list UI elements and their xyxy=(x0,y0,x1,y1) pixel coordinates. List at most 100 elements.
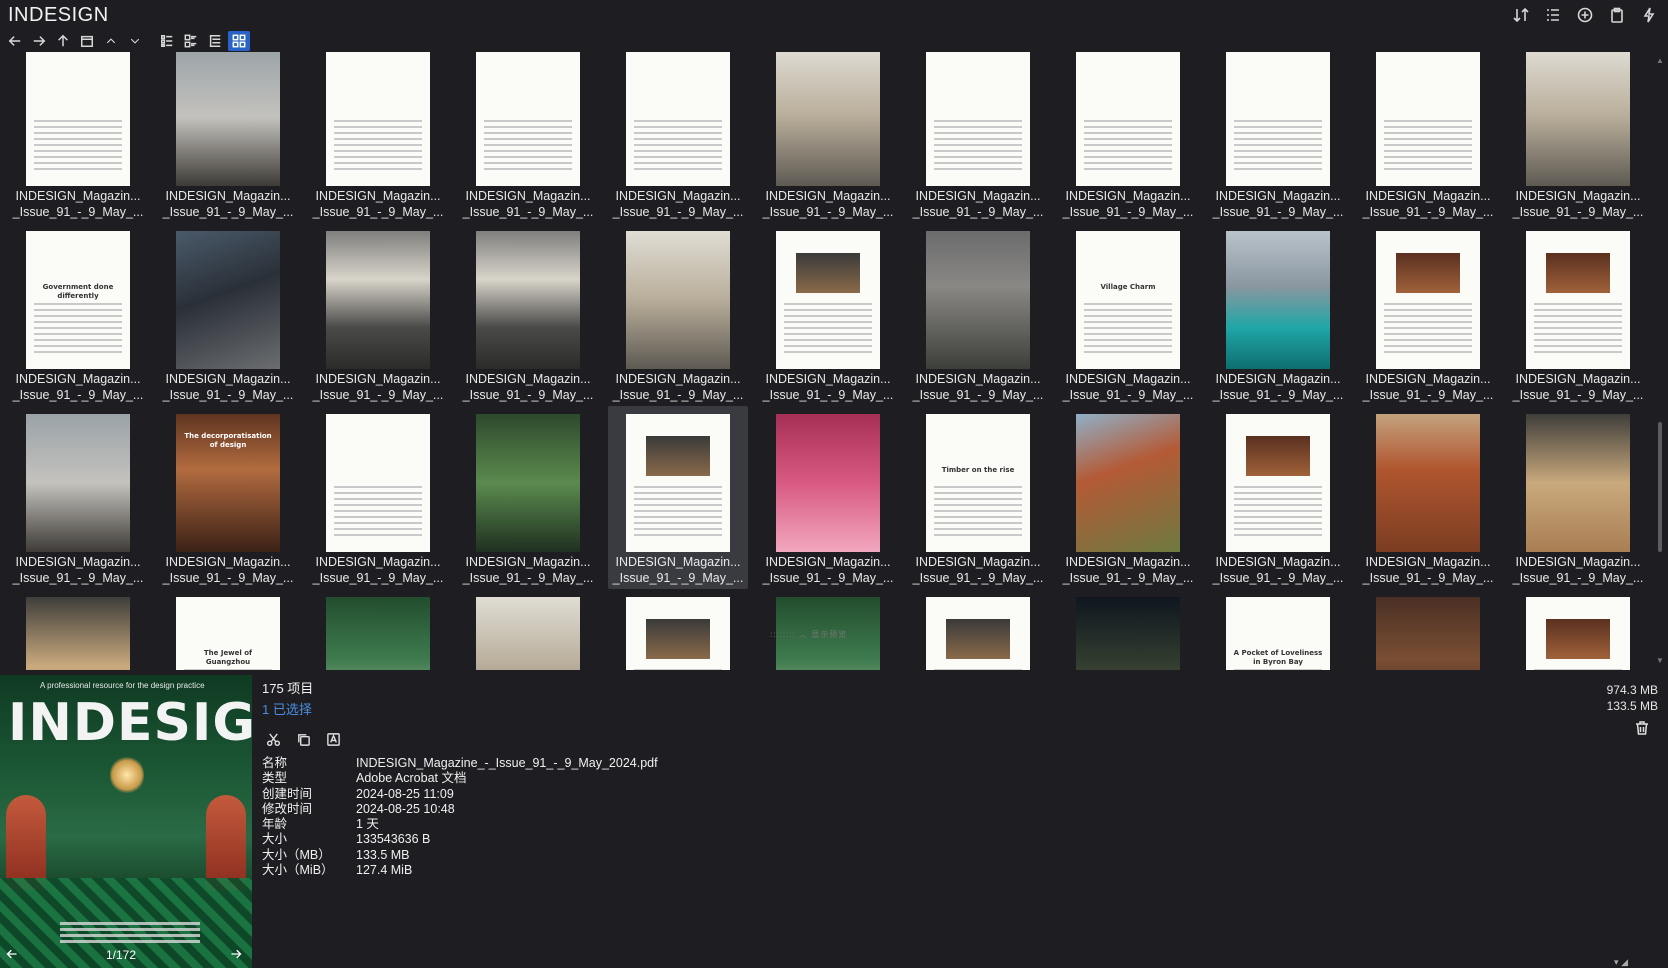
file-name-line2: _Issue_91_-_9_May_... xyxy=(762,388,894,402)
scroll-up-icon[interactable]: ▲ xyxy=(1655,56,1665,66)
file-thumbnail-item[interactable]: INDESIGN_Magazin..._Issue_91_-_9_May_... xyxy=(8,406,148,589)
add-circle-icon[interactable] xyxy=(1574,4,1596,26)
text-line xyxy=(634,126,722,128)
file-thumbnail-item[interactable]: INDESIGN_Magazin..._Issue_91_-_9_May_... xyxy=(608,406,748,589)
list-view-icon[interactable] xyxy=(1542,4,1564,26)
text-line xyxy=(634,492,722,494)
file-thumbnail-item[interactable]: INDESIGN_Magazin..._Issue_91_-_9_May_... xyxy=(1358,589,1498,670)
file-thumbnail-item[interactable]: INDESIGN_Magazin..._Issue_91_-_9_May_... xyxy=(1358,223,1498,406)
text-line xyxy=(34,162,122,164)
cut-icon[interactable] xyxy=(262,728,284,750)
thumbnail-photo xyxy=(646,436,710,476)
text-line xyxy=(1534,303,1622,305)
lightning-icon[interactable] xyxy=(1638,4,1660,26)
preview-next-icon[interactable] xyxy=(226,944,246,964)
file-thumbnail-item[interactable]: INDESIGN_Magazin..._Issue_91_-_9_May_... xyxy=(758,52,898,223)
page-thumbnail xyxy=(626,52,730,186)
text-line xyxy=(34,303,122,305)
file-thumbnail-item[interactable]: INDESIGN_Magazin..._Issue_91_-_9_May_... xyxy=(908,223,1048,406)
divider-label: 显示预览 xyxy=(811,630,848,639)
tree-view-icon[interactable] xyxy=(204,31,226,51)
file-thumbnail-item[interactable]: INDESIGN_Magazin..._Issue_91_-_9_May_... xyxy=(1058,406,1198,589)
selected-count[interactable]: 1 已选择 xyxy=(262,699,658,718)
file-thumbnail-item[interactable]: INDESIGN_Magazin..._Issue_91_-_9_May_... xyxy=(1058,589,1198,670)
file-thumbnail-item[interactable]: The Jewel of GuangzhouINDESIGN_Magazin..… xyxy=(158,589,298,670)
window-icon[interactable] xyxy=(76,31,98,51)
file-thumbnail-item[interactable]: INDESIGN_Magazin..._Issue_91_-_9_May_... xyxy=(308,406,448,589)
file-thumbnail-item[interactable]: INDESIGN_Magazin..._Issue_91_-_9_May_... xyxy=(608,589,748,670)
chevron-down-icon[interactable] xyxy=(124,31,146,51)
sort-icon[interactable] xyxy=(1510,4,1532,26)
file-thumbnail-item[interactable]: Government done differently INDESIGN_Maga… xyxy=(8,223,148,406)
file-name-line1: INDESIGN_Magazin... xyxy=(1215,189,1341,203)
file-name-line2: _Issue_91_-_9_May_... xyxy=(612,388,744,402)
property-key: 大小 xyxy=(262,832,288,847)
page-thumbnail xyxy=(26,414,130,552)
chevron-up-icon[interactable] xyxy=(100,31,122,51)
file-thumbnail-item[interactable]: A Pocket of Loveliness in Byron BayINDES… xyxy=(1208,589,1348,670)
file-name-line1: INDESIGN_Magazin... xyxy=(15,555,141,569)
cover-tagline: A professional resource for the design p… xyxy=(40,681,205,690)
file-name-line1: INDESIGN_Magazin... xyxy=(15,372,141,386)
file-thumbnail-item[interactable]: INDESIGN_Magazin..._Issue_91_-_9_May_... xyxy=(1208,406,1348,589)
file-thumbnail-item[interactable]: INDESIGN_Magazin..._Issue_91_-_9_May_... xyxy=(458,589,598,670)
file-thumbnail-item[interactable]: INDESIGN_Magazin..._Issue_91_-_9_May_... xyxy=(458,406,598,589)
file-thumbnail-item[interactable]: INDESIGN_Magazin..._Issue_91_-_9_May_... xyxy=(308,223,448,406)
file-thumbnail-item[interactable]: INDESIGN_Magazin..._Issue_91_-_9_May_... xyxy=(1058,52,1198,223)
file-thumbnail-item[interactable]: Timber on the rise INDESIGN_Magazin... _Is… xyxy=(908,406,1048,589)
forward-arrow-icon[interactable] xyxy=(28,31,50,51)
page-thumbnail xyxy=(476,231,580,369)
file-thumbnail-item[interactable]: INDESIGN_Magazin..._Issue_91_-_9_May_... xyxy=(158,52,298,223)
file-thumbnail-item[interactable]: INDESIGN_Magazin..._Issue_91_-_9_May_... xyxy=(1208,52,1348,223)
vertical-scrollbar[interactable]: ▲ ▼ xyxy=(1654,52,1666,670)
text-line xyxy=(34,351,122,353)
back-arrow-icon[interactable] xyxy=(4,31,26,51)
file-thumbnail-item[interactable]: INDESIGN_Magazin..._Issue_91_-_9_May_... xyxy=(458,52,598,223)
file-thumbnail-item[interactable]: INDESIGN_Magazin..._Issue_91_-_9_May_... xyxy=(158,223,298,406)
file-thumbnail-item[interactable]: INDESIGN_Magazin..._Issue_91_-_9_May_... xyxy=(608,223,748,406)
trash-icon[interactable] xyxy=(1634,720,1654,740)
page-thumbnail xyxy=(326,231,430,369)
file-thumbnail-item[interactable]: INDESIGN_Magazin..._Issue_91_-_9_May_... xyxy=(758,406,898,589)
file-thumbnail-item[interactable]: INDESIGN_Magazin..._Issue_91_-_9_May_... xyxy=(908,52,1048,223)
text-line xyxy=(1384,327,1472,329)
file-thumbnail-item[interactable]: INDESIGN_Magazin..._Issue_91_-_9_May_... xyxy=(1508,406,1648,589)
file-thumbnail-item[interactable]: INDESIGN_Magazin..._Issue_91_-_9_May_... xyxy=(1358,52,1498,223)
file-name-line2: _Issue_91_-_9_May_... xyxy=(1512,205,1644,219)
file-thumbnail-item[interactable]: INDESIGN_Magazin..._Issue_91_-_9_May_... xyxy=(608,52,748,223)
tiles-view-icon[interactable] xyxy=(180,31,202,51)
thumbnail-headline: Government done differently xyxy=(42,283,114,300)
panel-divider[interactable]: :::::::: ︿ 显示预览 xyxy=(770,629,847,640)
total-size: 974.3 MB xyxy=(1606,683,1658,697)
page-thumbnail xyxy=(1376,52,1480,186)
details-view-icon[interactable] xyxy=(156,31,178,51)
file-thumbnail-item[interactable]: INDESIGN_Magazin..._Issue_91_-_9_May_... xyxy=(758,223,898,406)
file-thumbnail-item[interactable]: INDESIGN_Magazin..._Issue_91_-_9_May_... xyxy=(8,52,148,223)
text-line xyxy=(334,162,422,164)
scroll-down-icon[interactable]: ▼ xyxy=(1655,656,1665,666)
file-thumbnail-item[interactable]: Village Charm INDESIGN_Magazin... _Issue_9… xyxy=(1058,223,1198,406)
file-thumbnail-item[interactable]: The decorporatisation of design INDESIGN_… xyxy=(158,406,298,589)
text-line xyxy=(1384,351,1472,353)
file-thumbnail-item[interactable]: INDESIGN_Magazin..._Issue_91_-_9_May_... xyxy=(308,589,448,670)
up-arrow-icon[interactable] xyxy=(52,31,74,51)
text-line xyxy=(34,132,122,134)
preview-prev-icon[interactable] xyxy=(2,944,22,964)
file-thumbnail-item[interactable]: INDESIGN_Magazin..._Issue_91_-_9_May_... xyxy=(908,589,1048,670)
copy-icon[interactable] xyxy=(292,728,314,750)
rename-icon[interactable] xyxy=(322,728,344,750)
file-name-line1: INDESIGN_Magazin... xyxy=(315,189,441,203)
scrollbar-thumb[interactable] xyxy=(1658,422,1662,552)
file-thumbnail-item[interactable]: INDESIGN_Magazin..._Issue_91_-_9_May_... xyxy=(458,223,598,406)
file-thumbnail-item[interactable]: INDESIGN_Magazin..._Issue_91_-_9_May_... xyxy=(308,52,448,223)
text-line xyxy=(34,321,122,323)
grid-view-icon[interactable] xyxy=(228,31,250,51)
file-name-line2: _Issue_91_-_9_May_... xyxy=(1062,571,1194,585)
file-thumbnail-item[interactable]: INDESIGN_Magazin..._Issue_91_-_9_May_... xyxy=(1208,223,1348,406)
file-thumbnail-item[interactable]: INDESIGN_Magazin..._Issue_91_-_9_May_... xyxy=(1508,223,1648,406)
clipboard-icon[interactable] xyxy=(1606,4,1628,26)
file-thumbnail-item[interactable]: INDESIGN_Magazin..._Issue_91_-_9_May_... xyxy=(8,589,148,670)
file-thumbnail-item[interactable]: INDESIGN_Magazin..._Issue_91_-_9_May_... xyxy=(1508,589,1648,670)
file-thumbnail-item[interactable]: INDESIGN_Magazin..._Issue_91_-_9_May_... xyxy=(1358,406,1498,589)
file-thumbnail-item[interactable]: INDESIGN_Magazin..._Issue_91_-_9_May_... xyxy=(1508,52,1648,223)
